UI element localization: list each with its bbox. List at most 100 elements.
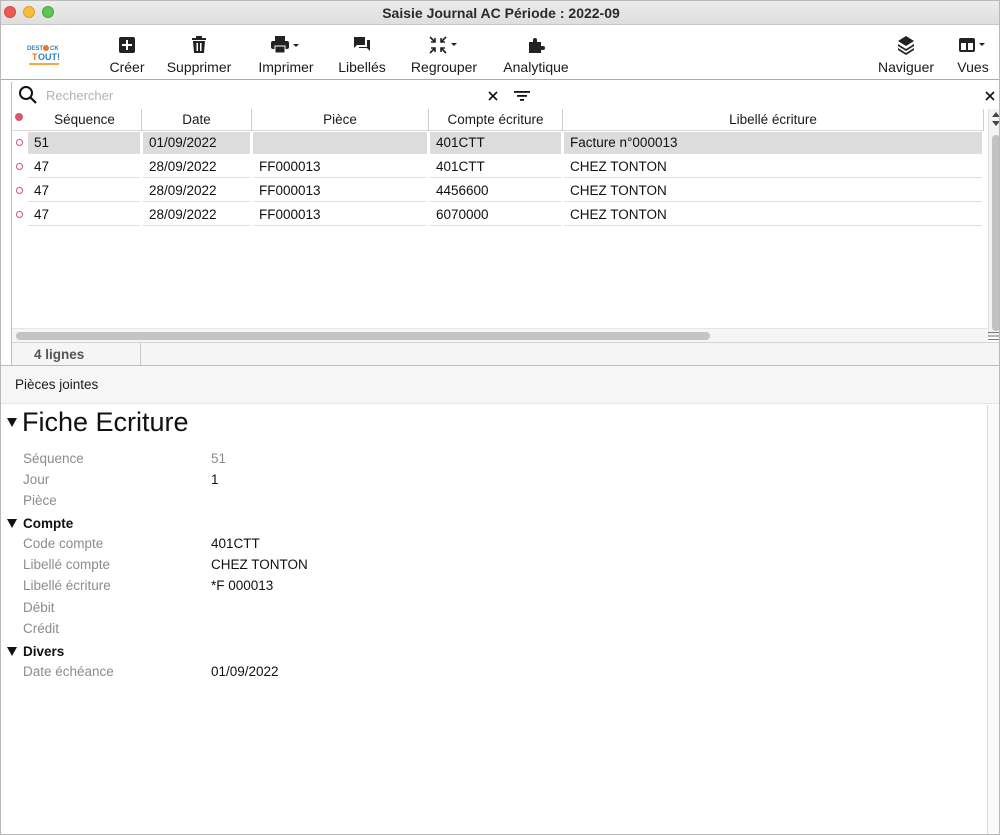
sort-arrows-icon[interactable] <box>992 112 1000 126</box>
entry-form: Fiche Ecriture Séquence 51 Jour 1 Pièce … <box>1 405 988 834</box>
cell-sequence: 51 <box>28 132 140 154</box>
row-status-icon <box>16 139 23 146</box>
attachments-label: Pièces jointes <box>15 377 99 392</box>
fiche-title: Fiche Ecriture <box>22 407 189 437</box>
credit-label: Crédit <box>23 621 60 636</box>
filter-icon[interactable] <box>514 90 530 102</box>
cell-sequence: 47 <box>28 204 140 226</box>
printer-icon <box>271 36 299 54</box>
cell-compte: 6070000 <box>430 204 561 226</box>
clear-search-icon[interactable] <box>488 91 498 101</box>
row-status-header-icon <box>15 113 23 121</box>
trash-icon <box>192 36 206 53</box>
libelle-compte-label: Libellé compte <box>23 557 111 572</box>
status-divider <box>140 343 141 366</box>
print-button[interactable]: Imprimer <box>254 34 318 75</box>
compte-section-title: Compte <box>23 516 74 531</box>
puzzle-icon <box>529 38 545 53</box>
create-button[interactable]: Créer <box>106 34 148 75</box>
search-input[interactable] <box>46 86 486 104</box>
debit-field[interactable] <box>211 600 411 616</box>
row-status-icon <box>16 163 23 170</box>
debit-label: Débit <box>23 600 55 615</box>
libelle-compte-field[interactable]: CHEZ TONTON <box>211 557 308 572</box>
layout-icon <box>959 38 985 52</box>
cell-date: 28/09/2022 <box>143 180 250 202</box>
navigate-button[interactable]: Naviguer <box>874 34 938 75</box>
labels-button[interactable]: Libellés <box>335 34 389 75</box>
table-header: Séquence Date Pièce Compte écriture Libe… <box>12 109 984 131</box>
cell-date: 28/09/2022 <box>143 156 250 178</box>
cell-date: 01/09/2022 <box>143 132 250 154</box>
piece-label: Pièce <box>23 493 57 508</box>
table-row[interactable]: 51 01/09/2022 401CTT Facture n°000013 <box>12 131 984 155</box>
cell-compte: 4456600 <box>430 180 561 202</box>
table-row[interactable]: 47 28/09/2022 FF000013 6070000 CHEZ TONT… <box>12 203 984 227</box>
chat-bubbles-icon <box>354 37 370 51</box>
drag-handle-icon[interactable] <box>988 331 1000 341</box>
views-button[interactable]: Vues <box>949 34 997 75</box>
cell-piece: FF000013 <box>253 204 427 226</box>
column-header-libelle[interactable]: Libellé écriture <box>563 109 984 131</box>
cell-libelle: CHEZ TONTON <box>564 156 982 178</box>
row-count: 4 lignes <box>34 347 85 362</box>
divers-disclosure-icon[interactable] <box>7 647 17 656</box>
group-button-label: Regrouper <box>410 59 478 75</box>
date-echeance-field[interactable]: 01/09/2022 <box>211 664 279 679</box>
window-title: Saisie Journal AC Période : 2022-09 <box>382 5 620 21</box>
cell-libelle: CHEZ TONTON <box>564 180 982 202</box>
divers-section-title: Divers <box>23 644 65 659</box>
cell-libelle: Facture n°000013 <box>564 132 982 154</box>
app-window: Saisie Journal AC Période : 2022-09 DEST… <box>0 0 1000 835</box>
sequence-value: 51 <box>211 451 227 466</box>
navigate-button-label: Naviguer <box>877 59 935 75</box>
cell-sequence: 47 <box>28 180 140 202</box>
cell-sequence: 47 <box>28 156 140 178</box>
vertical-scroll-thumb[interactable] <box>992 135 999 331</box>
cell-piece: FF000013 <box>253 180 427 202</box>
labels-button-label: Libellés <box>338 59 386 75</box>
close-search-icon[interactable] <box>985 91 995 101</box>
delete-button-label: Supprimer <box>166 59 232 75</box>
credit-field[interactable] <box>211 621 411 637</box>
row-status-icon <box>16 211 23 218</box>
libelle-ecriture-field[interactable]: *F 000013 <box>211 578 273 593</box>
delete-button[interactable]: Supprimer <box>164 34 234 75</box>
table-vertical-scrollbar[interactable] <box>988 109 1000 337</box>
libelle-ecriture-label: Libellé écriture <box>23 578 111 593</box>
sequence-label: Séquence <box>23 451 84 466</box>
app-logo: DEST CK T OUT! <box>27 45 60 65</box>
cell-libelle: CHEZ TONTON <box>564 204 982 226</box>
piece-field[interactable] <box>211 493 411 509</box>
fiche-disclosure-icon[interactable] <box>7 418 17 427</box>
search-bar <box>12 82 999 108</box>
code-compte-field[interactable]: 401CTT <box>211 536 260 551</box>
attachments-bar[interactable]: Pièces jointes <box>1 366 999 404</box>
column-header-piece[interactable]: Pièce <box>252 109 429 131</box>
code-compte-label: Code compte <box>23 536 104 551</box>
analytics-button-label: Analytique <box>503 59 569 75</box>
table-row[interactable]: 47 28/09/2022 FF000013 4456600 CHEZ TONT… <box>12 179 984 203</box>
table-row[interactable]: 47 28/09/2022 FF000013 401CTT CHEZ TONTO… <box>12 155 984 179</box>
table-status-bar: 4 lignes <box>12 342 999 366</box>
svg-text:OUT!: OUT! <box>38 52 60 62</box>
cell-compte: 401CTT <box>430 156 561 178</box>
column-header-date[interactable]: Date <box>142 109 252 131</box>
horizontal-scroll-thumb[interactable] <box>16 332 710 340</box>
add-square-icon <box>119 37 135 53</box>
collapse-arrows-icon <box>429 36 457 54</box>
table-horizontal-scrollbar[interactable] <box>12 328 999 342</box>
jour-field[interactable]: 1 <box>211 472 219 487</box>
journal-grid: Séquence Date Pièce Compte écriture Libe… <box>11 82 1000 366</box>
analytics-button[interactable]: Analytique <box>499 34 573 75</box>
column-header-compte[interactable]: Compte écriture <box>429 109 563 131</box>
form-scrollbar[interactable] <box>988 405 999 834</box>
group-button[interactable]: Regrouper <box>408 34 480 75</box>
compte-disclosure-icon[interactable] <box>7 519 17 528</box>
date-echeance-label: Date échéance <box>23 664 114 679</box>
print-button-label: Imprimer <box>258 59 314 75</box>
row-status-icon <box>16 187 23 194</box>
title-bar: Saisie Journal AC Période : 2022-09 <box>1 1 999 25</box>
views-button-label: Vues <box>957 59 989 75</box>
column-header-sequence[interactable]: Séquence <box>28 109 142 131</box>
